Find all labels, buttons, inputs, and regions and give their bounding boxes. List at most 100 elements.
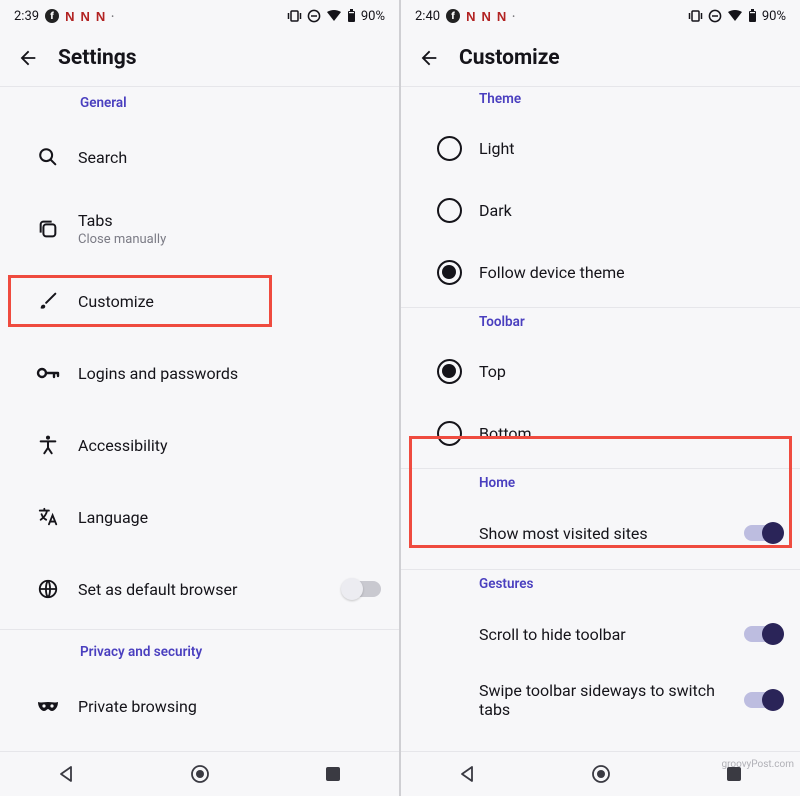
back-button[interactable] — [411, 40, 447, 76]
nav-recent-button[interactable] — [313, 754, 353, 794]
language-icon — [37, 506, 59, 528]
settings-label: Accessibility — [78, 436, 381, 455]
overflow-dot-icon: • — [512, 12, 515, 21]
radio-row-bottom[interactable]: Bottom — [401, 402, 800, 464]
radio-label: Light — [479, 139, 782, 158]
netflix-icon: N — [96, 9, 105, 24]
accessibility-icon — [37, 434, 59, 456]
settings-item-private-browsing[interactable]: Private browsing — [0, 670, 399, 742]
netflix-icon: N — [80, 9, 89, 24]
customize-panel: 2:40 f N N N • 90% Customize Theme Light — [401, 0, 800, 796]
settings-item-default-browser[interactable]: Set as default browser — [0, 553, 399, 625]
battery-percent: 90% — [361, 9, 385, 24]
settings-label: Tabs — [78, 211, 381, 230]
wifi-icon — [727, 10, 743, 22]
settings-item-etp[interactable]: Enhanced Tracking ProtectionOn — [0, 742, 399, 751]
tabs-icon — [37, 218, 59, 240]
back-button[interactable] — [10, 40, 46, 76]
separator — [401, 569, 800, 570]
facebook-icon: f — [446, 9, 460, 23]
netflix-icon: N — [466, 9, 475, 24]
settings-item-customize[interactable]: Customize — [0, 265, 399, 337]
netflix-icon: N — [481, 9, 490, 24]
settings-label: Customize — [78, 292, 381, 311]
settings-item-tabs[interactable]: Tabs Close manually — [0, 193, 399, 265]
toggle-row-scroll-hide[interactable]: Scroll to hide toolbar — [401, 602, 800, 666]
battery-icon — [748, 9, 757, 23]
status-bar: 2:39 f N N N • 90% — [0, 0, 399, 30]
radio-button[interactable] — [437, 421, 462, 446]
settings-item-language[interactable]: Language — [0, 481, 399, 553]
wifi-icon — [326, 10, 342, 22]
radio-button[interactable] — [437, 136, 462, 161]
netflix-icon: N — [497, 9, 506, 24]
vibrate-icon — [287, 10, 302, 22]
dnd-icon — [708, 9, 722, 23]
radio-button[interactable] — [437, 198, 462, 223]
settings-panel: 2:39 f N N N • 90% Settings General Sear… — [0, 0, 399, 796]
status-time: 2:40 — [415, 9, 440, 24]
vibrate-icon — [688, 10, 703, 22]
toggle-row-most-visited[interactable]: Show most visited sites — [401, 501, 800, 565]
section-header-privacy: Privacy and security — [0, 632, 399, 670]
section-header-gestures: Gestures — [401, 572, 800, 602]
radio-button[interactable] — [437, 359, 462, 384]
default-browser-toggle[interactable] — [343, 581, 381, 597]
radio-row-dark[interactable]: Dark — [401, 179, 800, 241]
settings-sublabel: Close manually — [78, 232, 381, 247]
settings-label: Private browsing — [78, 697, 381, 716]
radio-label: Top — [479, 362, 782, 381]
section-header-home: Home — [401, 471, 800, 501]
android-nav-bar — [401, 751, 800, 796]
swipe-tabs-toggle[interactable] — [744, 692, 782, 708]
facebook-icon: f — [45, 9, 59, 23]
toggle-label: Scroll to hide toolbar — [479, 625, 744, 644]
section-header-toolbar: Toolbar — [401, 310, 800, 340]
most-visited-toggle[interactable] — [744, 525, 782, 541]
page-title: Customize — [459, 46, 560, 70]
settings-label: Language — [78, 508, 381, 527]
toggle-label: Show most visited sites — [479, 524, 744, 543]
separator — [0, 629, 399, 630]
key-icon — [36, 362, 60, 384]
radio-label: Follow device theme — [479, 263, 782, 282]
watermark: groovyPost.com — [721, 759, 794, 770]
radio-row-light[interactable]: Light — [401, 117, 800, 179]
globe-icon — [37, 578, 59, 600]
netflix-icon: N — [65, 9, 74, 24]
separator — [401, 468, 800, 469]
radio-button[interactable] — [437, 260, 462, 285]
radio-row-follow-device[interactable]: Follow device theme — [401, 241, 800, 303]
mask-icon — [36, 698, 60, 714]
app-bar: Settings — [0, 30, 399, 87]
settings-item-logins[interactable]: Logins and passwords — [0, 337, 399, 409]
section-header-general: General — [0, 91, 399, 121]
battery-percent: 90% — [762, 9, 786, 24]
scroll-hide-toggle[interactable] — [744, 626, 782, 642]
radio-label: Dark — [479, 201, 782, 220]
settings-item-accessibility[interactable]: Accessibility — [0, 409, 399, 481]
nav-home-button[interactable] — [581, 754, 621, 794]
brush-icon — [37, 290, 59, 312]
battery-icon — [347, 9, 356, 23]
settings-label: Search — [78, 148, 381, 167]
separator — [401, 307, 800, 308]
section-header-theme: Theme — [401, 91, 800, 117]
radio-label: Bottom — [479, 424, 782, 443]
android-nav-bar — [0, 751, 399, 796]
nav-home-button[interactable] — [180, 754, 220, 794]
settings-label: Logins and passwords — [78, 364, 381, 383]
search-icon — [37, 146, 59, 168]
toggle-label: Swipe toolbar sideways to switch tabs — [479, 681, 719, 719]
overflow-dot-icon: • — [111, 12, 114, 21]
nav-back-button[interactable] — [448, 754, 488, 794]
settings-label: Set as default browser — [78, 580, 343, 599]
app-bar: Customize — [401, 30, 800, 87]
toggle-row-swipe-tabs[interactable]: Swipe toolbar sideways to switch tabs — [401, 666, 800, 734]
settings-item-search[interactable]: Search — [0, 121, 399, 193]
nav-back-button[interactable] — [47, 754, 87, 794]
radio-row-top[interactable]: Top — [401, 340, 800, 402]
page-title: Settings — [58, 46, 137, 70]
dnd-icon — [307, 9, 321, 23]
status-time: 2:39 — [14, 9, 39, 24]
